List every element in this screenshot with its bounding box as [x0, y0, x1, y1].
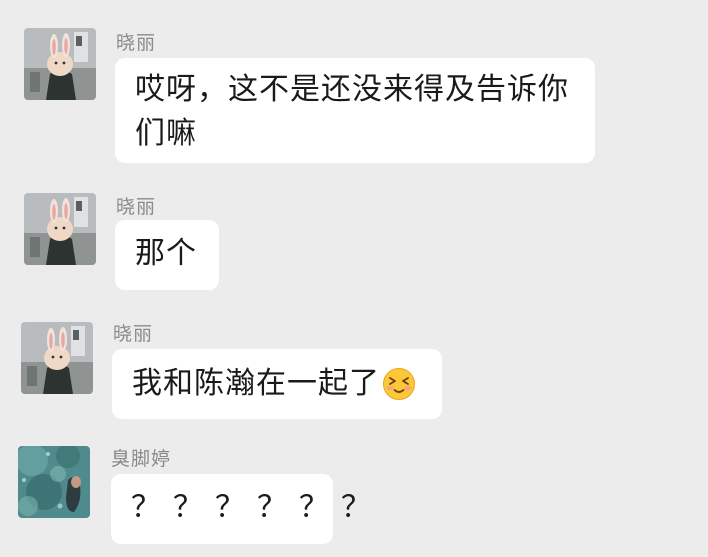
message-bubble[interactable]: 那个 — [115, 220, 219, 290]
message-text-line: 那个 — [135, 236, 197, 271]
chat-message-list: 晓丽 哎呀，这不是还没来得及告诉你 们嘛 晓丽 那个 晓丽 我和陈瀚在一起了 臭… — [0, 0, 708, 557]
underwater-photo-avatar-icon — [18, 446, 90, 518]
blushing-squint-face-emoji-icon — [382, 367, 416, 401]
message-text-line: 们嘛 — [135, 116, 197, 151]
sender-avatar[interactable] — [21, 322, 93, 394]
sender-avatar[interactable] — [24, 193, 96, 265]
rabbit-mask-avatar-icon — [24, 193, 96, 265]
rabbit-mask-avatar-icon — [21, 322, 93, 394]
sender-name: 晓丽 — [113, 323, 154, 345]
sender-avatar[interactable] — [18, 446, 90, 518]
sender-name: 晓丽 — [116, 32, 157, 54]
sender-name: 晓丽 — [116, 196, 157, 218]
message-bubble[interactable]: ？？？？？？ — [111, 474, 383, 544]
sender-name: 臭脚婷 — [111, 448, 172, 470]
message-text: 我和陈瀚在一起了 — [132, 366, 380, 401]
message-bubble[interactable]: 哎呀，这不是还没来得及告诉你 们嘛 — [115, 58, 595, 163]
rabbit-mask-avatar-icon — [24, 28, 96, 100]
message-text-line: 哎呀，这不是还没来得及告诉你 — [135, 72, 569, 107]
message-bubble[interactable]: 我和陈瀚在一起了 — [112, 349, 442, 419]
sender-avatar[interactable] — [24, 28, 96, 100]
message-text: ？？？？？？ — [131, 490, 383, 525]
